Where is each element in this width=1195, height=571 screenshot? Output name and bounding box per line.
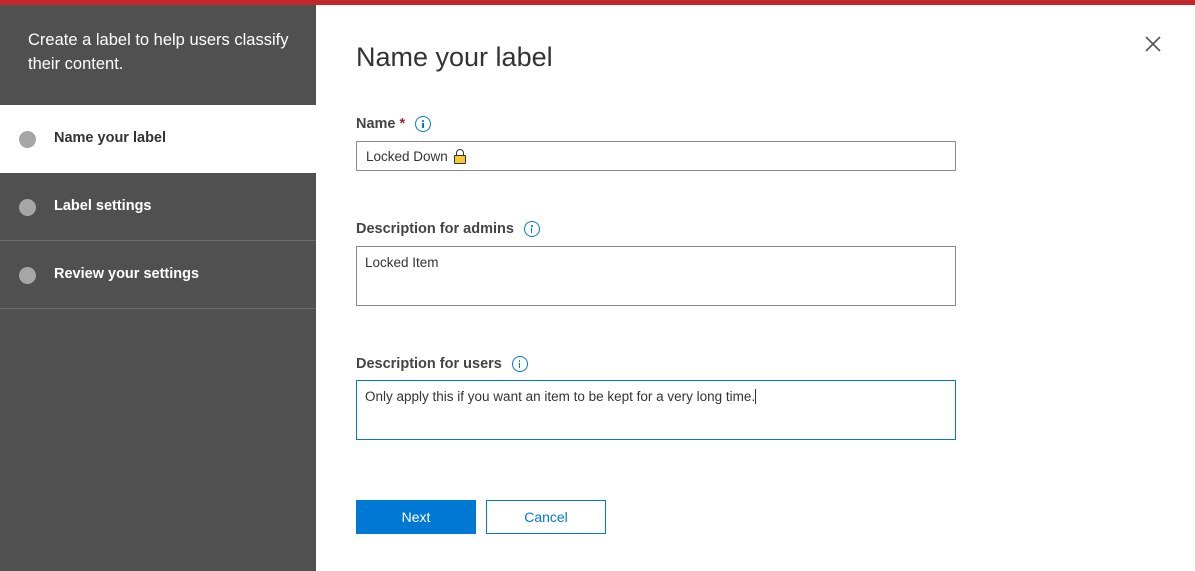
users-input-value: Only apply this if you want an item to b… <box>365 389 756 404</box>
info-icon[interactable] <box>523 221 540 237</box>
close-button[interactable] <box>1143 34 1163 54</box>
next-button[interactable]: Next <box>356 500 476 534</box>
sidebar-header: Create a label to help users classify th… <box>28 31 289 73</box>
text-caret <box>755 389 757 404</box>
cancel-button[interactable]: Cancel <box>486 500 606 534</box>
step-review-your-settings[interactable]: Review your settings <box>0 241 316 309</box>
users-label-text: Description for users <box>356 356 502 372</box>
step-name-your-label[interactable]: Name your label <box>0 105 316 173</box>
step-indicator-dot <box>19 131 36 148</box>
step-indicator-dot <box>19 199 36 216</box>
admins-description-input[interactable]: Locked Item <box>356 246 956 306</box>
step-label-settings[interactable]: Label settings <box>0 173 316 241</box>
step-label: Name your label <box>54 130 167 146</box>
page-title: Name your label <box>356 42 553 72</box>
name-label-text: Name <box>356 116 396 132</box>
admins-label-text: Description for admins <box>356 221 514 237</box>
lock-icon <box>453 148 466 164</box>
info-icon[interactable] <box>511 356 528 372</box>
required-marker: * <box>399 116 406 132</box>
step-label: Review your settings <box>54 266 200 282</box>
info-icon[interactable] <box>415 116 432 132</box>
step-label: Label settings <box>54 198 152 214</box>
admins-description-label: Description for admins <box>356 221 540 237</box>
wizard-sidebar: Create a label to help users classify th… <box>0 5 316 571</box>
users-description-label: Description for users <box>356 356 528 372</box>
users-description-input[interactable]: Only apply this if you want an item to b… <box>356 380 956 440</box>
name-input[interactable]: Locked Down <box>356 141 956 171</box>
close-icon <box>1145 36 1161 52</box>
name-field-label: Name * <box>356 116 432 132</box>
admins-input-value: Locked Item <box>365 255 439 270</box>
step-indicator-dot <box>19 267 36 284</box>
name-input-value: Locked Down <box>366 148 448 164</box>
